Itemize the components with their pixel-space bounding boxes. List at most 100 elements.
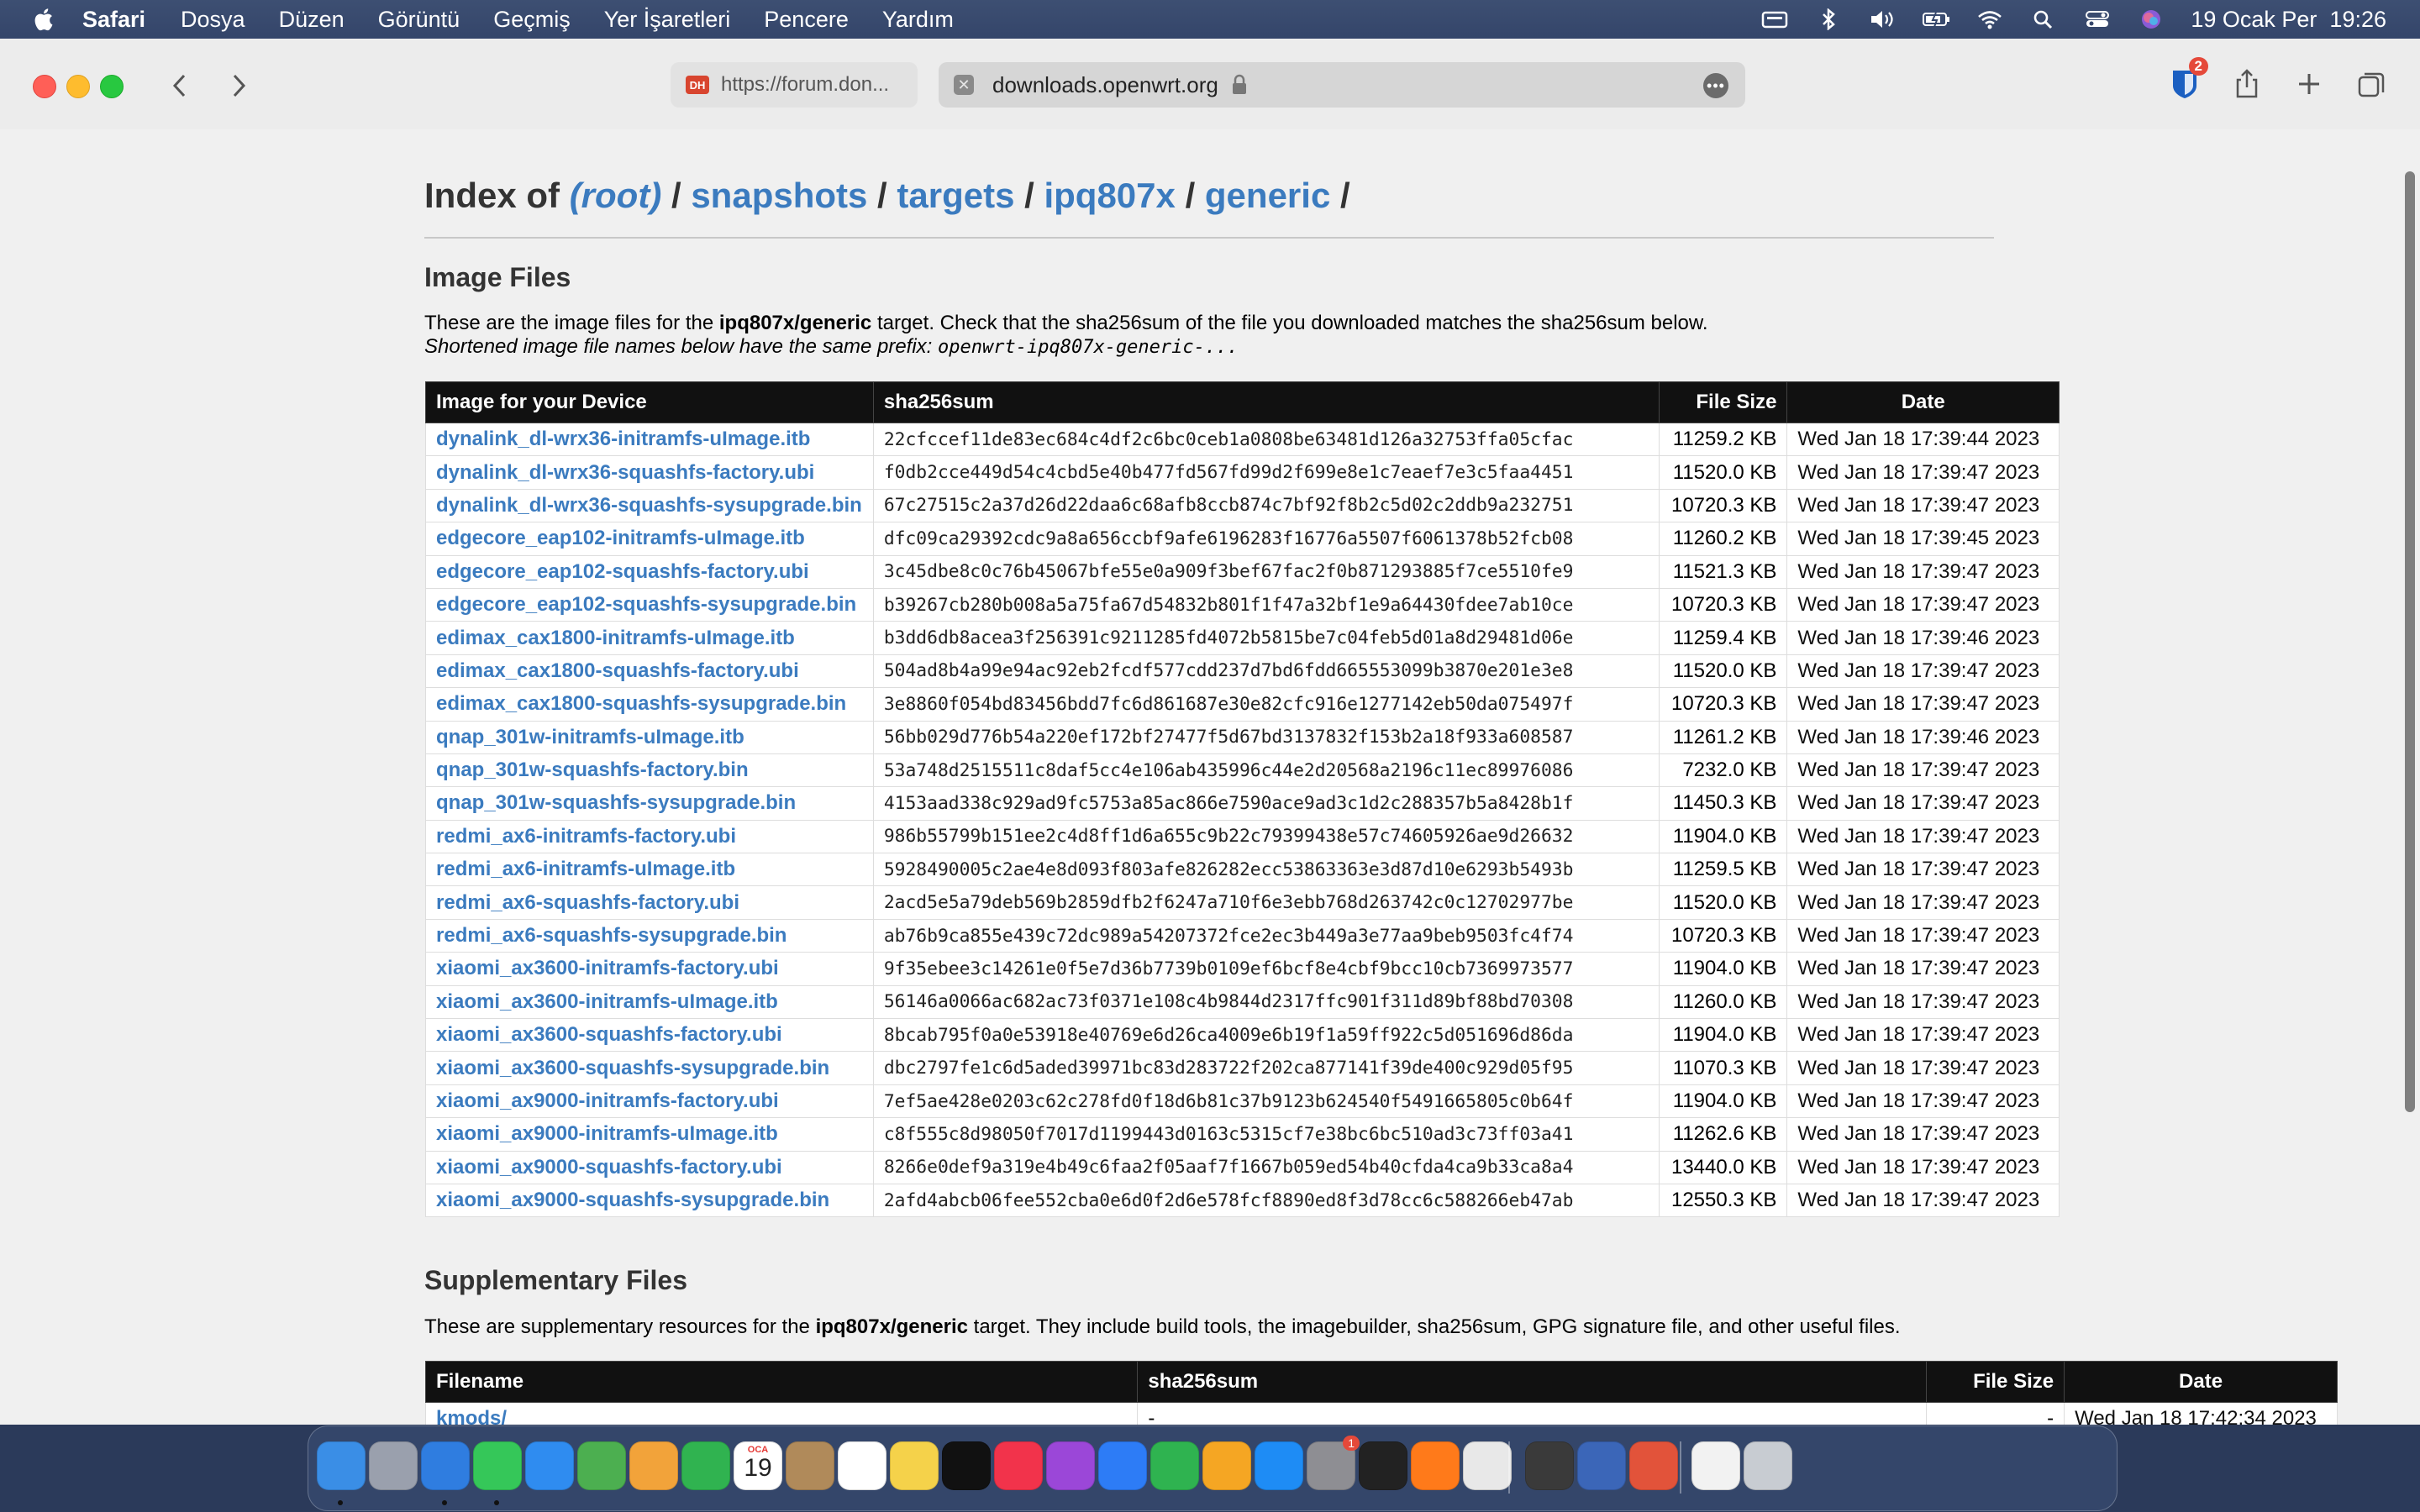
podcasts-icon[interactable] xyxy=(1046,1441,1095,1490)
numbers-icon[interactable] xyxy=(1150,1441,1199,1490)
photos-icon[interactable] xyxy=(629,1441,678,1490)
file-link[interactable]: xiaomi_ax3600-initramfs-uImage.itb xyxy=(436,990,778,1013)
column-header-image[interactable]: Image for your Device xyxy=(425,381,874,423)
menu-app-name[interactable]: Safari xyxy=(82,7,145,33)
breadcrumb-generic[interactable]: generic xyxy=(1205,176,1330,215)
menu-file[interactable]: Dosya xyxy=(181,7,245,33)
table-row: xiaomi_ax3600-squashfs-factory.ubi 8bcab7… xyxy=(425,1018,2060,1053)
spotlight-icon[interactable] xyxy=(2029,9,2058,29)
file-link[interactable]: redmi_ax6-squashfs-factory.ubi xyxy=(436,891,739,914)
column-header-date[interactable]: Date xyxy=(2064,1361,2338,1403)
file-link[interactable]: xiaomi_ax3600-squashfs-factory.ubi xyxy=(436,1023,782,1046)
siri-icon[interactable] xyxy=(2137,9,2165,29)
breadcrumb-ipq807x[interactable]: ipq807x xyxy=(1044,176,1175,215)
file-link[interactable]: dynalink_dl-wrx36-squashfs-factory.ubi xyxy=(436,461,814,484)
close-window-button[interactable] xyxy=(33,75,56,98)
battery-icon[interactable] xyxy=(1922,9,1950,29)
file-link[interactable]: edimax_cax1800-squashfs-sysupgrade.bin xyxy=(436,692,846,715)
notes-icon[interactable] xyxy=(890,1441,939,1490)
new-tab-button[interactable] xyxy=(2289,64,2329,104)
control-center-icon[interactable] xyxy=(2083,9,2112,29)
menu-edit[interactable]: Düzen xyxy=(279,7,345,33)
bitwarden-extension-button[interactable]: 2 xyxy=(2165,57,2208,104)
file-link[interactable]: edgecore_eap102-initramfs-uImage.itb xyxy=(436,527,805,549)
mail-icon[interactable] xyxy=(525,1441,574,1490)
sublime-icon[interactable] xyxy=(1525,1441,1574,1490)
menu-history[interactable]: Geçmiş xyxy=(493,7,571,33)
file-link[interactable]: xiaomi_ax9000-squashfs-sysupgrade.bin xyxy=(436,1189,829,1211)
appstore-icon[interactable] xyxy=(1255,1441,1303,1490)
finder-icon[interactable] xyxy=(317,1441,366,1490)
file-link[interactable]: qnap_301w-squashfs-sysupgrade.bin xyxy=(436,791,796,814)
tab-active-address-bar[interactable]: ✕ downloads.openwrt.org ••• xyxy=(939,62,1745,108)
firefox-icon[interactable] xyxy=(1411,1441,1460,1490)
system-settings-icon[interactable]: 1 xyxy=(1307,1436,1360,1490)
keyboard-icon[interactable] xyxy=(1760,9,1789,29)
shield-app-icon[interactable] xyxy=(1577,1441,1626,1490)
contacts-icon[interactable] xyxy=(786,1441,834,1490)
terminal-icon[interactable] xyxy=(1359,1441,1407,1490)
file-link[interactable]: xiaomi_ax9000-squashfs-factory.ubi xyxy=(436,1156,782,1179)
file-link[interactable]: dynalink_dl-wrx36-initramfs-uImage.itb xyxy=(436,428,810,450)
music-icon[interactable] xyxy=(994,1441,1043,1490)
menu-window[interactable]: Pencere xyxy=(764,7,849,33)
menu-view[interactable]: Görüntü xyxy=(378,7,460,33)
file-link[interactable]: redmi_ax6-initramfs-uImage.itb xyxy=(436,858,735,880)
forward-button[interactable] xyxy=(220,69,257,102)
column-header-sha256[interactable]: sha256sum xyxy=(1137,1361,1928,1403)
file-link[interactable]: kmods/ xyxy=(436,1407,507,1425)
file-link[interactable]: xiaomi_ax3600-squashfs-sysupgrade.bin xyxy=(436,1057,829,1079)
file-link[interactable]: xiaomi_ax9000-initramfs-factory.ubi xyxy=(436,1089,779,1112)
column-header-filename[interactable]: Filename xyxy=(424,1361,1139,1403)
address-url[interactable]: downloads.openwrt.org xyxy=(992,72,1218,98)
file-link[interactable]: edimax_cax1800-squashfs-factory.ubi xyxy=(436,659,799,682)
clock[interactable]: 19 Ocak Per 19:26 xyxy=(2191,7,2386,33)
facetime-icon[interactable] xyxy=(681,1441,730,1490)
minimize-window-button[interactable] xyxy=(66,75,90,98)
calendar-icon[interactable]: OCA 19 xyxy=(734,1441,782,1490)
back-button[interactable] xyxy=(161,69,198,102)
messages-icon[interactable] xyxy=(473,1441,522,1490)
bluetooth-icon[interactable] xyxy=(1814,8,1843,30)
fullscreen-window-button[interactable] xyxy=(100,75,124,98)
appletv-icon[interactable] xyxy=(942,1441,991,1490)
column-header-size[interactable]: File Size xyxy=(1926,1361,2065,1403)
file-link[interactable]: qnap_301w-initramfs-uImage.itb xyxy=(436,726,744,748)
file-link[interactable]: xiaomi_ax9000-initramfs-uImage.itb xyxy=(436,1122,778,1145)
file-link[interactable]: redmi_ax6-initramfs-factory.ubi xyxy=(436,825,736,848)
file-link[interactable]: edimax_cax1800-initramfs-uImage.itb xyxy=(436,627,795,649)
tab-overview-button[interactable] xyxy=(2351,64,2391,104)
apple-logo-icon[interactable] xyxy=(32,7,54,32)
document-icon[interactable] xyxy=(1691,1441,1740,1490)
keynote-icon[interactable] xyxy=(1098,1441,1147,1490)
menu-help[interactable]: Yardım xyxy=(882,7,954,33)
file-link[interactable]: qnap_301w-squashfs-factory.bin xyxy=(436,759,749,781)
reminders-icon[interactable] xyxy=(838,1441,886,1490)
breadcrumb-snapshots[interactable]: snapshots xyxy=(691,176,867,215)
maps-icon[interactable] xyxy=(577,1441,626,1490)
vertical-scrollbar[interactable] xyxy=(2405,171,2415,1112)
page-menu-icon[interactable]: ••• xyxy=(1703,73,1728,98)
file-link[interactable]: xiaomi_ax3600-initramfs-factory.ubi xyxy=(436,957,779,979)
column-header-sha256[interactable]: sha256sum xyxy=(872,381,1660,423)
git-app-icon[interactable] xyxy=(1629,1441,1678,1490)
breadcrumb-root[interactable]: (root) xyxy=(570,176,662,215)
chrome-icon[interactable] xyxy=(1463,1441,1512,1490)
volume-icon[interactable] xyxy=(1868,9,1897,29)
safari-icon[interactable] xyxy=(421,1441,470,1490)
file-link[interactable]: edgecore_eap102-squashfs-factory.ubi xyxy=(436,560,809,583)
column-header-date[interactable]: Date xyxy=(1786,381,2060,423)
file-link[interactable]: edgecore_eap102-squashfs-sysupgrade.bin xyxy=(436,593,856,616)
wifi-icon[interactable] xyxy=(1975,9,2004,29)
file-link[interactable]: redmi_ax6-squashfs-sysupgrade.bin xyxy=(436,924,786,947)
close-tab-icon[interactable]: ✕ xyxy=(954,75,974,95)
trash-icon[interactable] xyxy=(1744,1441,1792,1490)
breadcrumb-targets[interactable]: targets xyxy=(897,176,1014,215)
share-button[interactable] xyxy=(2227,64,2267,104)
pages-icon[interactable] xyxy=(1202,1441,1251,1490)
file-link[interactable]: dynalink_dl-wrx36-squashfs-sysupgrade.bi… xyxy=(436,494,862,517)
menu-bookmarks[interactable]: Yer İşaretleri xyxy=(604,7,731,33)
tab-forum[interactable]: DH https://forum.don... xyxy=(671,62,918,108)
column-header-size[interactable]: File Size xyxy=(1658,381,1788,423)
launchpad-icon[interactable] xyxy=(369,1441,418,1490)
